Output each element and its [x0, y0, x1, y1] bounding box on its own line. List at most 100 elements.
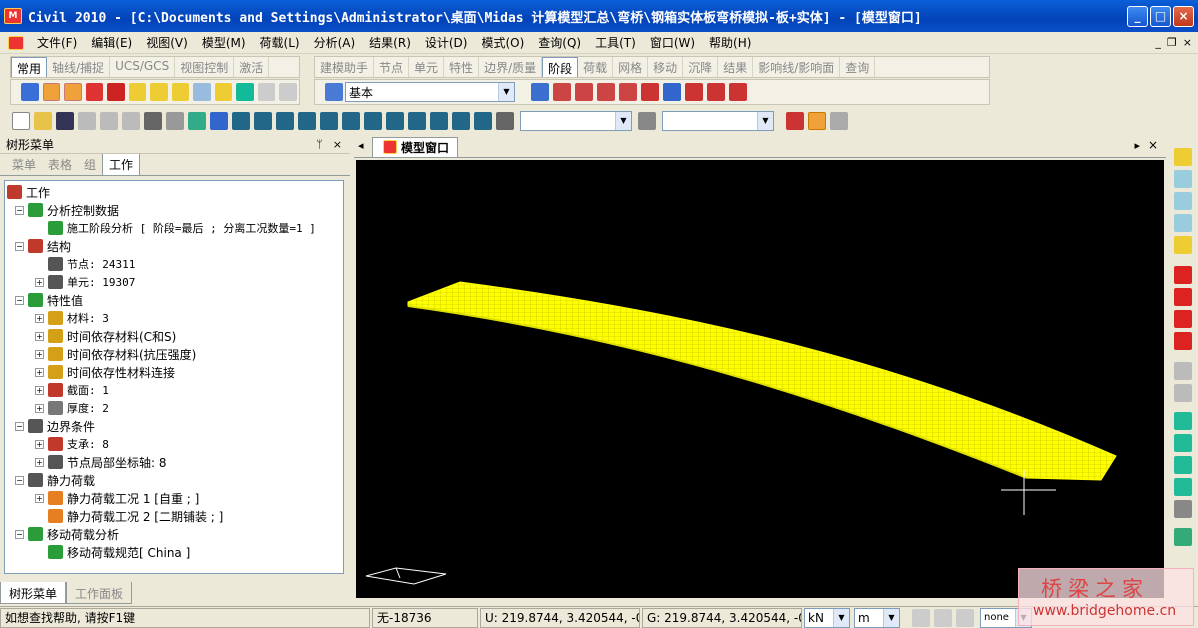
menu-analysis[interactable]: 分析(A)	[307, 34, 363, 51]
boundary-stage-icon[interactable]	[553, 83, 571, 101]
side-view-icon[interactable]	[1174, 478, 1192, 496]
tab-node[interactable]: 节点	[374, 57, 410, 77]
view-right-icon[interactable]	[298, 112, 316, 130]
lock-icon[interactable]	[830, 112, 848, 130]
chevron-down-icon[interactable]: ▼	[883, 608, 899, 627]
zoom-window-icon[interactable]	[1174, 170, 1192, 188]
tab-menu[interactable]: 菜单	[6, 154, 42, 175]
hidden-line-icon[interactable]	[1174, 362, 1192, 380]
collapse-icon[interactable]: −	[15, 241, 24, 251]
front-view-icon[interactable]	[1174, 456, 1192, 474]
minimize-button[interactable]: _	[1127, 6, 1148, 27]
open-file-icon[interactable]	[34, 112, 52, 130]
print-preview-icon[interactable]	[166, 112, 184, 130]
menu-load[interactable]: 荷载(L)	[253, 34, 307, 51]
expand-icon[interactable]: +	[35, 277, 44, 287]
pan-right-icon[interactable]	[1174, 288, 1192, 306]
app-icon[interactable]: M	[4, 8, 22, 24]
view-front-icon[interactable]	[232, 112, 250, 130]
tree-item[interactable]: + 材料: 3	[35, 309, 109, 327]
chevron-down-icon[interactable]: ▼	[615, 112, 631, 130]
undo-icon[interactable]	[100, 112, 118, 130]
expand-icon[interactable]: +	[35, 403, 44, 413]
tab-work-panel[interactable]: 工作面板	[66, 582, 133, 604]
support-icon[interactable]	[707, 83, 725, 101]
view-iso-icon[interactable]	[276, 112, 294, 130]
camber-icon[interactable]	[729, 83, 747, 101]
document-icon[interactable]	[8, 35, 24, 50]
menu-help[interactable]: 帮助(H)	[702, 34, 758, 51]
element-stage-icon[interactable]	[597, 83, 615, 101]
grid-toggle-icon[interactable]	[934, 608, 952, 627]
display-icon[interactable]	[236, 83, 254, 101]
rotate-view-icon[interactable]	[1174, 528, 1192, 546]
expand-icon[interactable]: +	[35, 349, 44, 359]
tree-item[interactable]: − 特性值	[15, 291, 83, 309]
chevron-down-icon[interactable]: ▼	[833, 608, 849, 627]
length-unit-select[interactable]: m ▼	[854, 607, 900, 628]
mass-stage-icon[interactable]	[619, 83, 637, 101]
axis-icon[interactable]	[1174, 384, 1192, 402]
measure-icon[interactable]	[452, 112, 470, 130]
play-icon[interactable]	[956, 608, 974, 627]
element-number-icon[interactable]	[150, 83, 168, 101]
expand-icon[interactable]: +	[35, 331, 44, 341]
view-combo-2[interactable]: ▼	[662, 111, 774, 131]
tab-boundary-mass[interactable]: 边界/质量	[479, 57, 543, 77]
delete-icon[interactable]	[78, 112, 96, 130]
expand-icon[interactable]: +	[35, 493, 44, 503]
expand-icon[interactable]: +	[35, 385, 44, 395]
top-view-icon[interactable]	[1174, 434, 1192, 452]
expand-icon[interactable]: +	[35, 457, 44, 467]
zoom-window-icon[interactable]	[408, 112, 426, 130]
panel-close-button[interactable]: ×	[333, 138, 342, 151]
tree-item[interactable]: − 静力荷载	[15, 471, 95, 489]
tab-element[interactable]: 单元	[409, 57, 445, 77]
model-viewport[interactable]	[356, 160, 1164, 598]
tree-item[interactable]: 节点: 24311	[35, 255, 135, 273]
collapse-icon[interactable]: −	[15, 529, 24, 539]
tree-item[interactable]: + 支承: 8	[35, 435, 109, 453]
mdi-close-button[interactable]: ×	[1183, 36, 1192, 49]
tree-item[interactable]: + 静力荷载工况 1 [自重 ; ]	[35, 489, 199, 507]
menu-window[interactable]: 窗口(W)	[643, 34, 702, 51]
tree-item[interactable]: 施工阶段分析 [ 阶段=最后 ; 分离工况数量=1 ]	[35, 219, 316, 237]
new-file-icon[interactable]	[12, 112, 30, 130]
zoom-fit-icon[interactable]	[1174, 148, 1192, 166]
redo-icon[interactable]	[122, 112, 140, 130]
tab-stage[interactable]: 阶段	[542, 57, 579, 77]
zoom-out-icon[interactable]	[1174, 214, 1192, 232]
close-button[interactable]: ×	[1173, 6, 1194, 27]
tree-item[interactable]: − 结构	[15, 237, 71, 255]
maximize-button[interactable]: □	[1150, 6, 1171, 27]
menu-design[interactable]: 设计(D)	[418, 34, 475, 51]
collapse-icon[interactable]: −	[15, 205, 24, 215]
tree-item[interactable]: − 边界条件	[15, 417, 95, 435]
tab-group[interactable]: 组	[78, 154, 102, 175]
view-back-icon[interactable]	[342, 112, 360, 130]
collapse-icon[interactable]: −	[15, 475, 24, 485]
chevron-down-icon[interactable]: ▼	[757, 112, 773, 130]
tab-scroll-left[interactable]: ◂	[358, 139, 364, 152]
print-icon[interactable]	[144, 112, 162, 130]
tab-load[interactable]: 荷载	[578, 57, 614, 77]
load-stage-icon[interactable]	[575, 83, 593, 101]
tree-item[interactable]: + 厚度: 2	[35, 399, 109, 417]
tree-item[interactable]: + 单元: 19307	[35, 273, 135, 291]
tab-results[interactable]: 结果	[718, 57, 754, 77]
stage-combo[interactable]: 基本 ▼	[345, 82, 515, 102]
tab-tree-menu[interactable]: 树形菜单	[0, 582, 67, 604]
tree-item[interactable]: + 节点局部坐标轴: 8	[35, 453, 167, 471]
tab-query[interactable]: 查询	[840, 57, 876, 77]
node-view-icon[interactable]	[1174, 500, 1192, 518]
pan-down-icon[interactable]	[1174, 332, 1192, 350]
force-unit-select[interactable]: kN ▼	[804, 607, 850, 628]
ucs-toggle-icon[interactable]	[912, 608, 930, 627]
fit-icon[interactable]	[279, 83, 297, 101]
save-icon[interactable]	[56, 112, 74, 130]
view-combo-1[interactable]: ▼	[520, 111, 632, 131]
dynamic-view-icon[interactable]	[430, 112, 448, 130]
mdi-restore-button[interactable]: ❐	[1167, 36, 1177, 49]
define-stage-icon[interactable]	[531, 83, 549, 101]
tab-settlement[interactable]: 沉降	[683, 57, 719, 77]
